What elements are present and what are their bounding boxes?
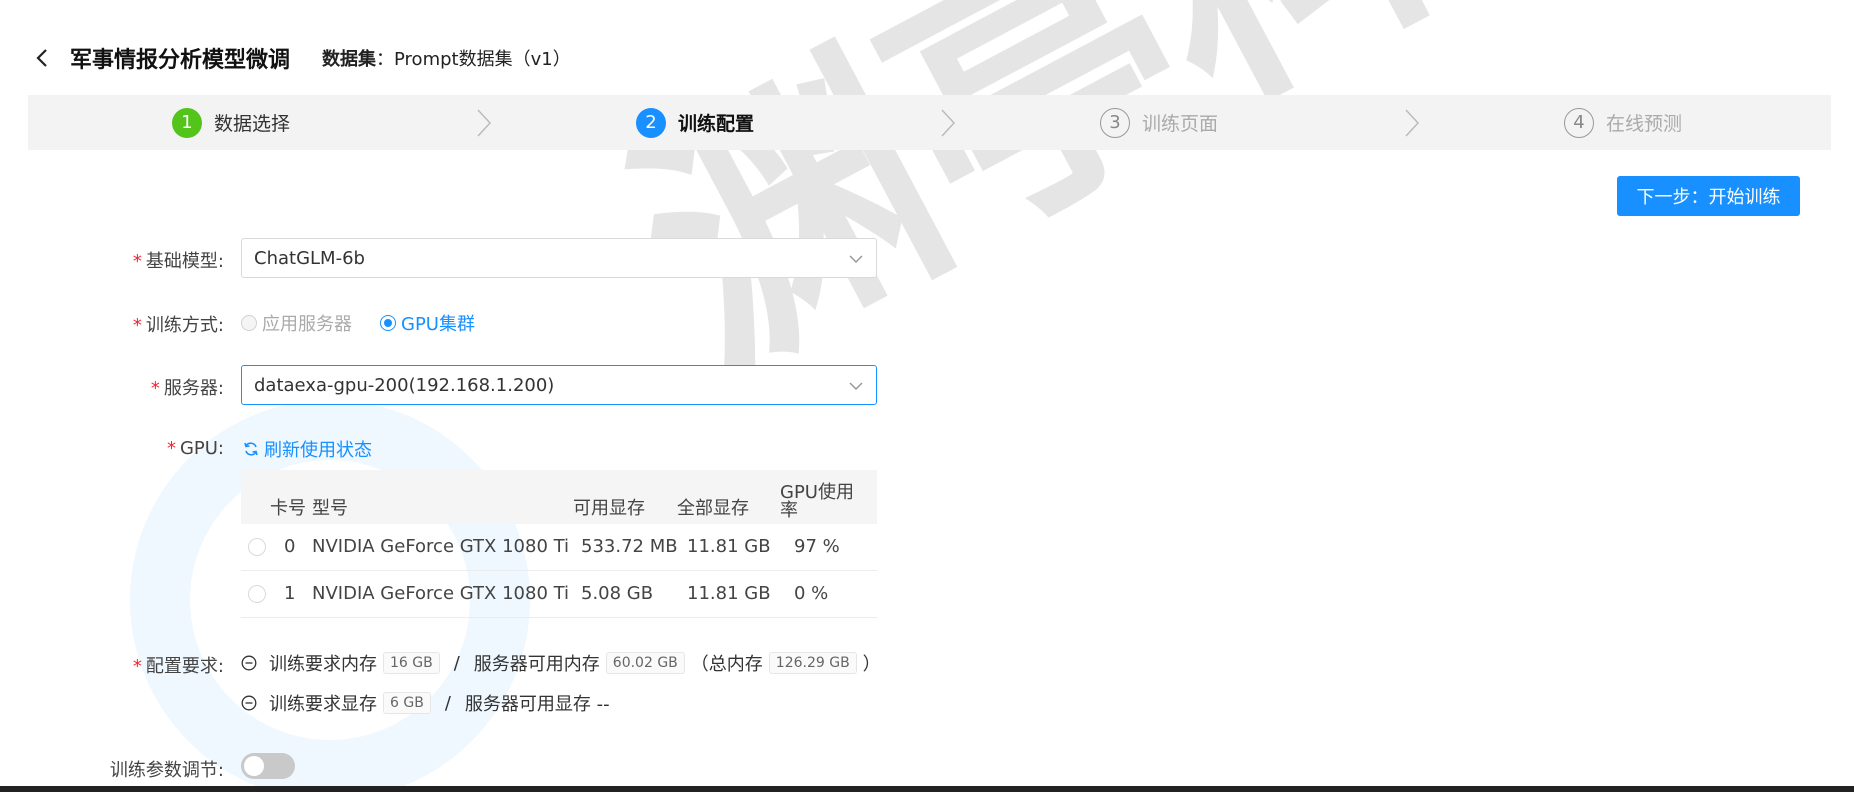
gpu-table: 卡号 型号 可用显存 全部显存 GPU使用 率 0 NVIDIA GeForce… (241, 470, 877, 618)
next-start-training-button[interactable]: 下一步：开始训练 (1617, 176, 1800, 216)
col-total: 全部显存 (677, 498, 749, 519)
base-model-label: * 基础模型: (132, 251, 224, 272)
cell-card: 1 (284, 583, 296, 604)
separator: / (453, 652, 460, 674)
back-button[interactable] (28, 44, 56, 72)
step-label: 在线预测 (1606, 113, 1683, 135)
vram-req-label: 训练要求显存 (269, 694, 377, 715)
base-model-select[interactable]: ChatGLM-6b (241, 238, 877, 278)
step-train-config[interactable]: 2 训练配置 (492, 95, 956, 150)
cell-usage: 97 % (794, 536, 840, 557)
required-mark: * (132, 656, 142, 677)
config-label: * 配置要求: (132, 656, 224, 677)
params-toggle-switch[interactable] (241, 753, 295, 779)
server-select[interactable]: dataexa-gpu-200(192.168.1.200) (241, 365, 877, 405)
chevron-right-icon (477, 108, 492, 137)
cell-total: 11.81 GB (687, 536, 771, 557)
bottom-edge (0, 786, 1854, 792)
col-usage-cont: 率 (780, 500, 798, 521)
train-mode-label: * 训练方式: (132, 315, 224, 336)
step-label: 训练配置 (678, 113, 755, 135)
memory-requirement: 训练要求内存 16 GB / 服务器可用内存 60.02 GB （总内存 126… (241, 650, 881, 676)
step-number: 4 (1564, 107, 1594, 138)
mem-req-tag: 16 GB (383, 652, 440, 674)
mem-avail-label: 服务器可用内存 (473, 654, 600, 675)
row-select-radio[interactable] (248, 538, 266, 556)
gpu-label: * GPU: (166, 438, 224, 459)
minus-circle-icon (241, 695, 257, 711)
required-mark: * (150, 378, 160, 399)
step-label: 数据选择 (214, 113, 291, 135)
cell-avail: 5.08 GB (581, 583, 654, 604)
step-data-select[interactable]: 1 数据选择 (28, 95, 492, 150)
params-label: 训练参数调节: (109, 760, 224, 781)
dataset-info: 数据集：Prompt数据集（v1） (322, 45, 571, 71)
base-model-value: ChatGLM-6b (254, 247, 365, 269)
radio-circle (241, 315, 257, 331)
required-mark: * (132, 315, 142, 336)
required-mark: * (166, 438, 176, 459)
step-train-page[interactable]: 3 训练页面 (956, 95, 1420, 150)
table-row[interactable]: 1 NVIDIA GeForce GTX 1080 Ti 5.08 GB 11.… (241, 571, 877, 618)
steps-bar: 1 数据选择 2 训练配置 3 训练页面 4 在线预测 (28, 95, 1831, 150)
cell-usage: 0 % (794, 583, 829, 604)
vram-req-tag: 6 GB (383, 692, 431, 714)
vram-requirement: 训练要求显存 6 GB / 服务器可用显存 -- (241, 690, 610, 716)
table-row[interactable]: 0 NVIDIA GeForce GTX 1080 Ti 533.72 MB 1… (241, 524, 877, 571)
dataset-label: 数据集 (322, 49, 377, 70)
minus-circle-icon (241, 655, 257, 671)
step-number: 1 (172, 107, 202, 138)
train-mode-radio-group: 应用服务器 GPU集群 (241, 310, 503, 336)
cell-model: NVIDIA GeForce GTX 1080 Ti (312, 583, 570, 604)
page-header: 军事情报分析模型微调 数据集：Prompt数据集（v1） (28, 40, 571, 76)
step-number: 2 (636, 107, 666, 138)
step-label: 训练页面 (1142, 113, 1219, 135)
radio-label: 应用服务器 (262, 314, 352, 335)
server-value: dataexa-gpu-200(192.168.1.200) (254, 374, 555, 396)
radio-circle-checked (380, 315, 396, 331)
chevron-down-icon (849, 255, 863, 264)
cell-avail: 533.72 MB (581, 536, 678, 557)
mem-total-open: （总内存 (690, 654, 763, 675)
separator: / (444, 692, 451, 714)
step-online-predict[interactable]: 4 在线预测 (1420, 95, 1831, 150)
chevron-left-icon (36, 49, 47, 67)
refresh-status-link[interactable]: 刷新使用状态 (243, 436, 372, 462)
gpu-table-header: 卡号 型号 可用显存 全部显存 GPU使用 率 (241, 470, 877, 524)
col-model: 型号 (312, 498, 348, 519)
cell-model: NVIDIA GeForce GTX 1080 Ti (312, 536, 570, 557)
cell-card: 0 (284, 536, 296, 557)
chevron-down-icon (849, 382, 863, 391)
mem-req-label: 训练要求内存 (269, 654, 377, 675)
radio-app-server[interactable]: 应用服务器 (241, 310, 352, 336)
chevron-right-icon (1405, 108, 1420, 137)
cell-total: 11.81 GB (687, 583, 771, 604)
step-number: 3 (1100, 107, 1130, 138)
dataset-value: ：Prompt数据集（v1） (376, 49, 571, 70)
required-mark: * (132, 251, 142, 272)
refresh-icon (244, 442, 258, 456)
radio-gpu-cluster[interactable]: GPU集群 (380, 310, 475, 336)
col-avail: 可用显存 (573, 498, 645, 519)
refresh-label: 刷新使用状态 (264, 440, 372, 461)
radio-label: GPU集群 (401, 314, 475, 335)
mem-total-close: ） (862, 654, 881, 675)
server-label: * 服务器: (150, 378, 224, 399)
row-select-radio[interactable] (248, 585, 266, 603)
col-card: 卡号 (270, 498, 306, 519)
mem-total-tag: 126.29 GB (768, 652, 857, 674)
chevron-right-icon (941, 108, 956, 137)
page-title: 军事情报分析模型微调 (70, 48, 291, 73)
vram-avail-label: 服务器可用显存 -- (464, 694, 610, 715)
mem-avail-tag: 60.02 GB (605, 652, 685, 674)
